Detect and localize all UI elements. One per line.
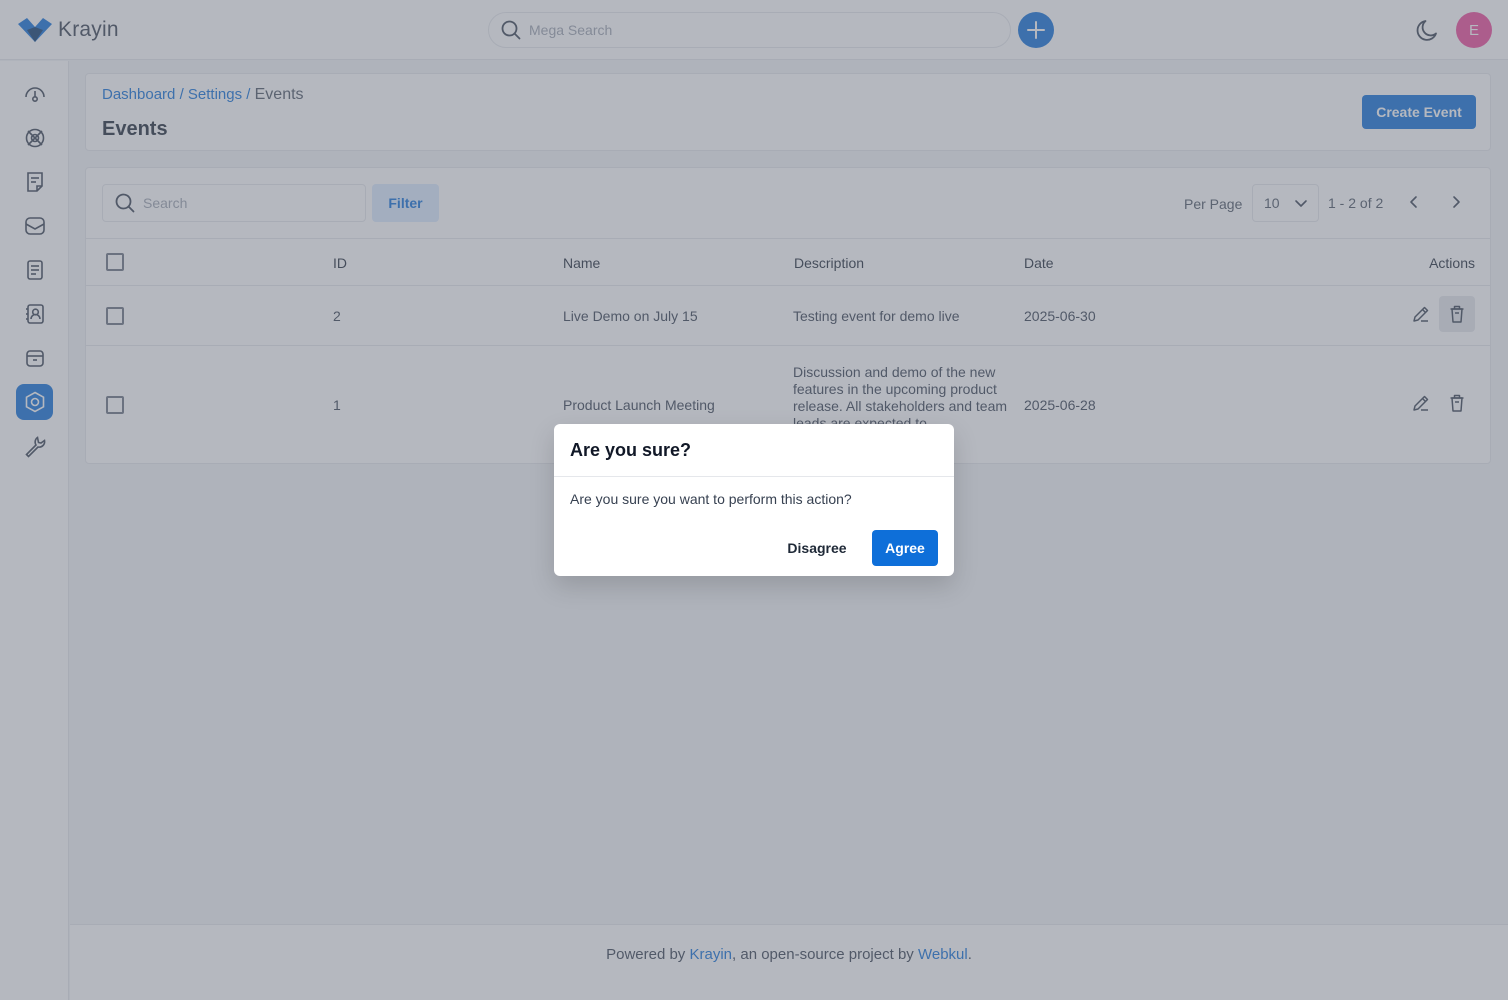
dialog-divider <box>554 476 954 477</box>
dialog-message: Are you sure you want to perform this ac… <box>570 491 852 507</box>
dialog-title: Are you sure? <box>570 440 692 460</box>
confirm-dialog: Are you sure? Are you sure you want to p… <box>554 424 954 576</box>
disagree-button[interactable]: Disagree <box>776 530 858 566</box>
agree-button[interactable]: Agree <box>872 530 938 566</box>
